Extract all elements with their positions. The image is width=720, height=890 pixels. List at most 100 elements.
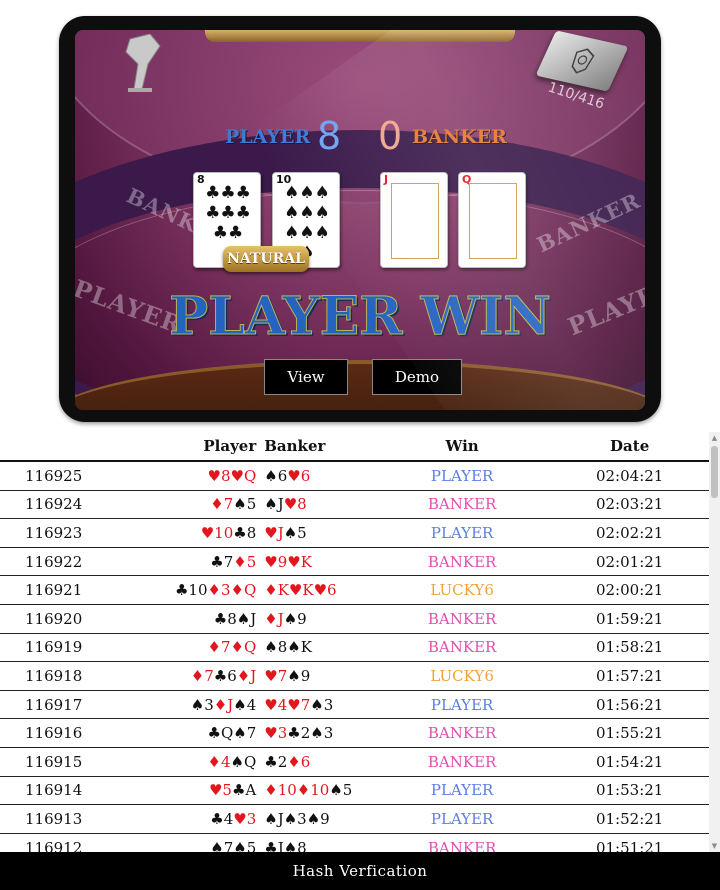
player-cards: ♠7♠5 [107,833,263,852]
table-row: 116914 ♥5♣A ♦10♦10♠5 PLAYER 01:53:21 [0,776,709,806]
round-time: 02:02:21 [550,518,709,548]
header-id [0,432,108,462]
card-text: ♠8 [283,838,307,852]
banker-cards: ♠J♠3♠9 [262,804,374,834]
card-text: ♥6 [313,581,337,600]
card-text: ♣10 [174,581,208,600]
card-text: ♦7 [207,638,231,657]
card-text: ♣J [264,838,284,852]
card-text: ♠3 [310,695,334,714]
player-cards: ♦7♣6♦J [107,661,263,691]
round-time: 02:04:21 [550,461,709,491]
player-cards: ♦7♦Q [107,633,263,663]
view-button[interactable]: View [264,359,348,395]
card-holder-icon [125,34,161,92]
header-date: Date [550,432,709,462]
card-text: ♠6 [264,466,288,485]
round-id: 116920 [0,604,108,634]
banker-card-2: Q [458,172,526,268]
card-text: ♥9 [264,552,288,571]
card-text: ♦3 [207,581,231,600]
card-text: ♣A [231,781,257,800]
round-time: 01:52:21 [550,804,709,834]
card-text: ♠7 [210,838,234,852]
scroll-up-arrow-icon[interactable]: ▲ [709,432,720,444]
game-screen: 110/416 BANKER BANKER PLAYER PLAYER PLAY… [75,30,645,410]
card-text: ♥3 [264,724,288,743]
table-row: 116918 ♦7♣6♦J ♥7♠9 LUCKY6 01:57:21 [0,661,709,691]
round-time: 02:00:21 [550,575,709,605]
card-text: ♣4 [210,809,234,828]
card-text: ♠3 [283,809,307,828]
player-score: 8 [317,114,342,158]
win-result: BANKER [373,833,551,852]
table-row: 116923 ♥10♣8 ♥J♠5 PLAYER 02:02:21 [0,518,709,548]
banker-cards: ♥3♣2♠3 [262,718,374,748]
round-id: 116918 [0,661,108,691]
round-id: 116913 [0,804,108,834]
round-id: 116924 [0,490,108,520]
card-text: ♥7 [264,666,288,685]
table-row: 116912 ♠7♠5 ♣J♠8 BANKER 01:51:21 [0,833,709,852]
card-text: ♠Q [230,752,257,771]
round-time: 02:03:21 [550,490,709,520]
card-text: ♦Q [230,638,257,657]
banker-card-1: J [380,172,448,268]
card-text: ♥8 [283,495,307,514]
card-text: ♣6 [213,666,237,685]
card-text: ♠5 [283,523,307,542]
banker-label: BANKER [412,126,507,148]
player-cards: ♣8♠J [107,604,263,634]
card-text: ♠K [287,638,312,657]
win-result: BANKER [373,718,551,748]
card-text: ♠J [236,609,257,628]
banker-cards: ♦J♠9 [262,604,374,634]
card-text: ♠8 [264,638,288,657]
table-top-rail [205,30,515,42]
win-result: PLAYER [373,518,551,548]
scroll-down-arrow-icon[interactable]: ▼ [709,840,720,852]
card-text: ♦K [264,581,289,600]
card-text: ♠5 [233,838,257,852]
card-text: ♣8 [233,523,257,542]
round-time: 01:53:21 [550,776,709,806]
table-row: 116919 ♦7♦Q ♠8♠K BANKER 01:58:21 [0,633,709,663]
table-row: 116925 ♥8♥Q ♠6♥6 PLAYER 02:04:21 [0,461,709,491]
round-id: 116919 [0,633,108,663]
header-win: Win [373,432,551,462]
round-result: PLAYER WIN [169,286,552,348]
round-id: 116914 [0,776,108,806]
card-text: ♦5 [233,552,257,571]
hash-verification-button[interactable]: Hash Verfication [0,852,720,890]
table-row: 116915 ♦4♠Q ♣2♦6 BANKER 01:54:21 [0,747,709,777]
card-text: ♥8 [207,466,231,485]
player-cards: ♥8♥Q [107,461,263,491]
card-text: ♥10 [200,523,234,542]
card-text: ♠9 [283,609,307,628]
win-result: PLAYER [373,461,551,491]
player-label: PLAYER [225,126,311,148]
player-cards: ♠3♦J♠4 [107,690,263,720]
natural-badge: NATURAL [223,246,309,272]
win-result: BANKER [373,633,551,663]
round-id: 116923 [0,518,108,548]
player-cards: ♣10♦3♦Q [107,575,263,605]
round-time: 01:58:21 [550,633,709,663]
scrollbar[interactable]: ▲ ▼ [709,432,720,852]
card-text: ♦10 [264,781,297,800]
history-table: Player Banker Win Date 116925 ♥8♥Q ♠6♥6 PLA… [0,432,709,852]
demo-button[interactable]: Demo [372,359,462,395]
banker-cards: ♦10♦10♠5 [262,776,374,806]
scroll-thumb[interactable] [711,446,718,498]
history-table-container: Player Banker Win Date 116925 ♥8♥Q ♠6♥6 PLA… [0,432,709,852]
card-text: ♥K [288,581,314,600]
card-face [391,183,439,259]
card-text: ♠9 [287,666,311,685]
banker-cards: ♥4♥7♠3 [262,690,374,720]
round-time: 01:51:21 [550,833,709,852]
player-cards: ♥5♣A [107,776,263,806]
banker-cards: ♥9♥K [262,547,374,577]
player-cards: ♦4♠Q [107,747,263,777]
win-result: PLAYER [373,776,551,806]
table-row: 116920 ♣8♠J ♦J♠9 BANKER 01:59:21 [0,604,709,634]
